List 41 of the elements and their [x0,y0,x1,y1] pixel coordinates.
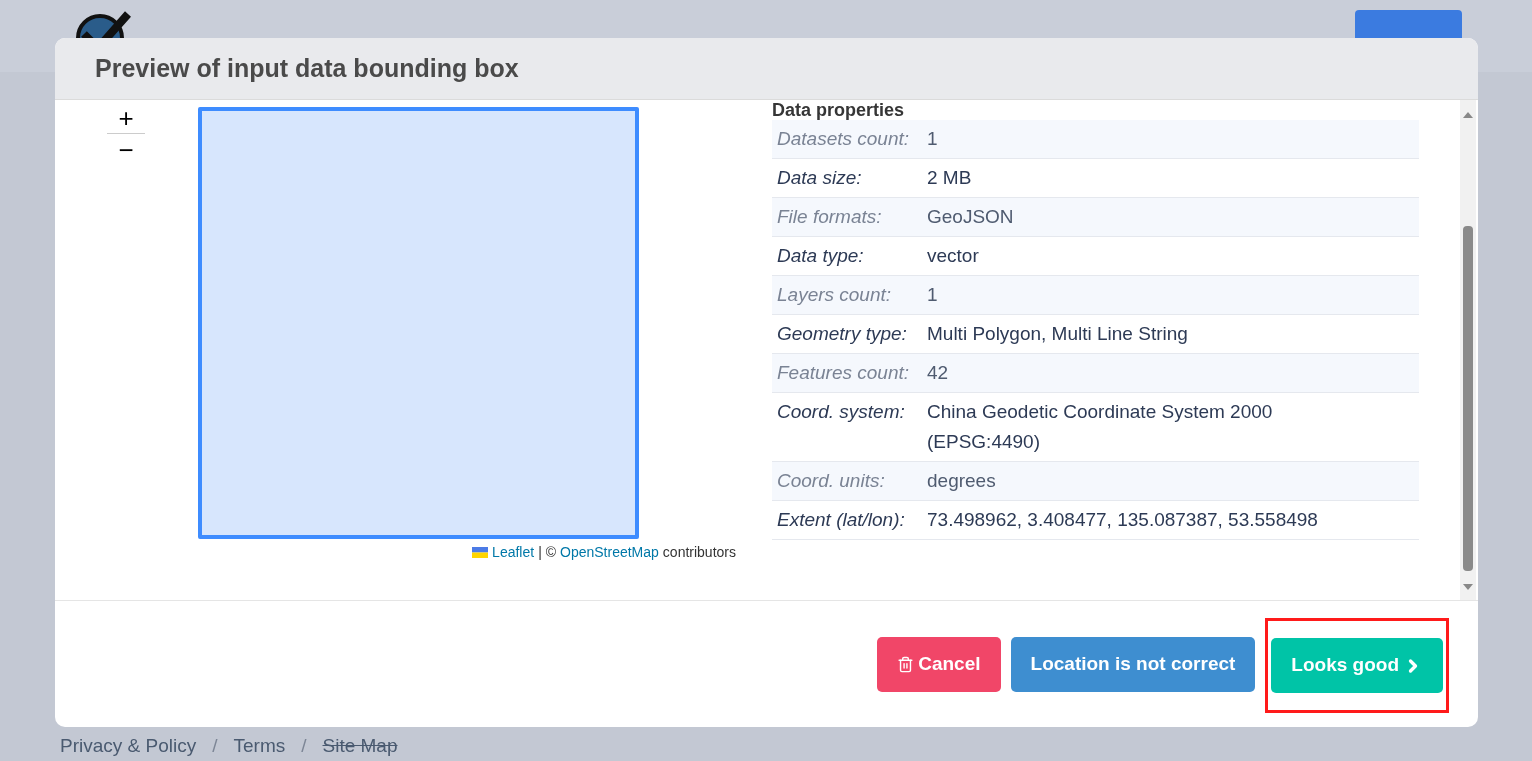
cancel-button[interactable]: Cancel [877,637,1001,692]
property-value: 1 [927,275,1419,315]
property-label: Data size: [772,158,927,198]
trash-icon [897,656,915,673]
attribution-separator: | © [538,543,556,562]
breadcrumb-separator: / [301,734,307,758]
property-label: Data type: [772,236,927,276]
leaflet-link[interactable]: Leaflet [492,542,535,563]
property-value: China Geodetic Coordinate System 2000 (EPSG:4490) [927,392,1419,462]
footer-link[interactable]: Site Map [322,732,398,761]
breadcrumb-separator: / [212,734,218,758]
section-heading: Data properties [772,100,906,120]
attribution-text: contributors [662,543,736,562]
property-value: 1 [927,120,1419,159]
flag-icon [472,547,489,558]
property-label: Datasets count: [772,120,927,159]
property-value: GeoJSON [927,197,1419,237]
footer-link[interactable]: Terms [233,732,286,761]
property-value: degrees [927,461,1419,501]
zoom-out-button[interactable]: − [107,134,145,166]
property-value: 2 MB [927,158,1419,198]
location-button[interactable]: Location is not correct [1010,637,1256,692]
property-label: Extent (lat/lon): [772,500,927,540]
property-value: Multi Polygon, Multi Line String [927,314,1419,354]
property-label: Features count: [772,353,927,393]
property-label: Geometry type: [772,314,927,354]
property-value: vector [927,236,1419,276]
property-label: File formats: [772,197,927,237]
property-value: 73.498962, 3.408477, 135.087387, 53.558498 [927,500,1419,540]
confirm-button[interactable]: Looks good [1271,638,1443,693]
openstreetmap-link[interactable]: OpenStreetMap [560,542,659,563]
property-value: 42 [927,353,1419,393]
scroll-down-arrow-icon[interactable] [1463,584,1473,590]
scroll-up-arrow-icon[interactable] [1463,112,1473,118]
modal-title: Preview of input data bounding box [95,52,519,84]
zoom-in-button[interactable]: + [107,102,145,134]
scrollbar-thumb[interactable] [1463,226,1473,571]
property-label: Coord. system: [772,392,927,462]
property-label: Coord. units: [772,461,927,501]
footer-link[interactable]: Privacy & Policy [60,732,197,761]
property-label: Layers count: [772,275,927,315]
